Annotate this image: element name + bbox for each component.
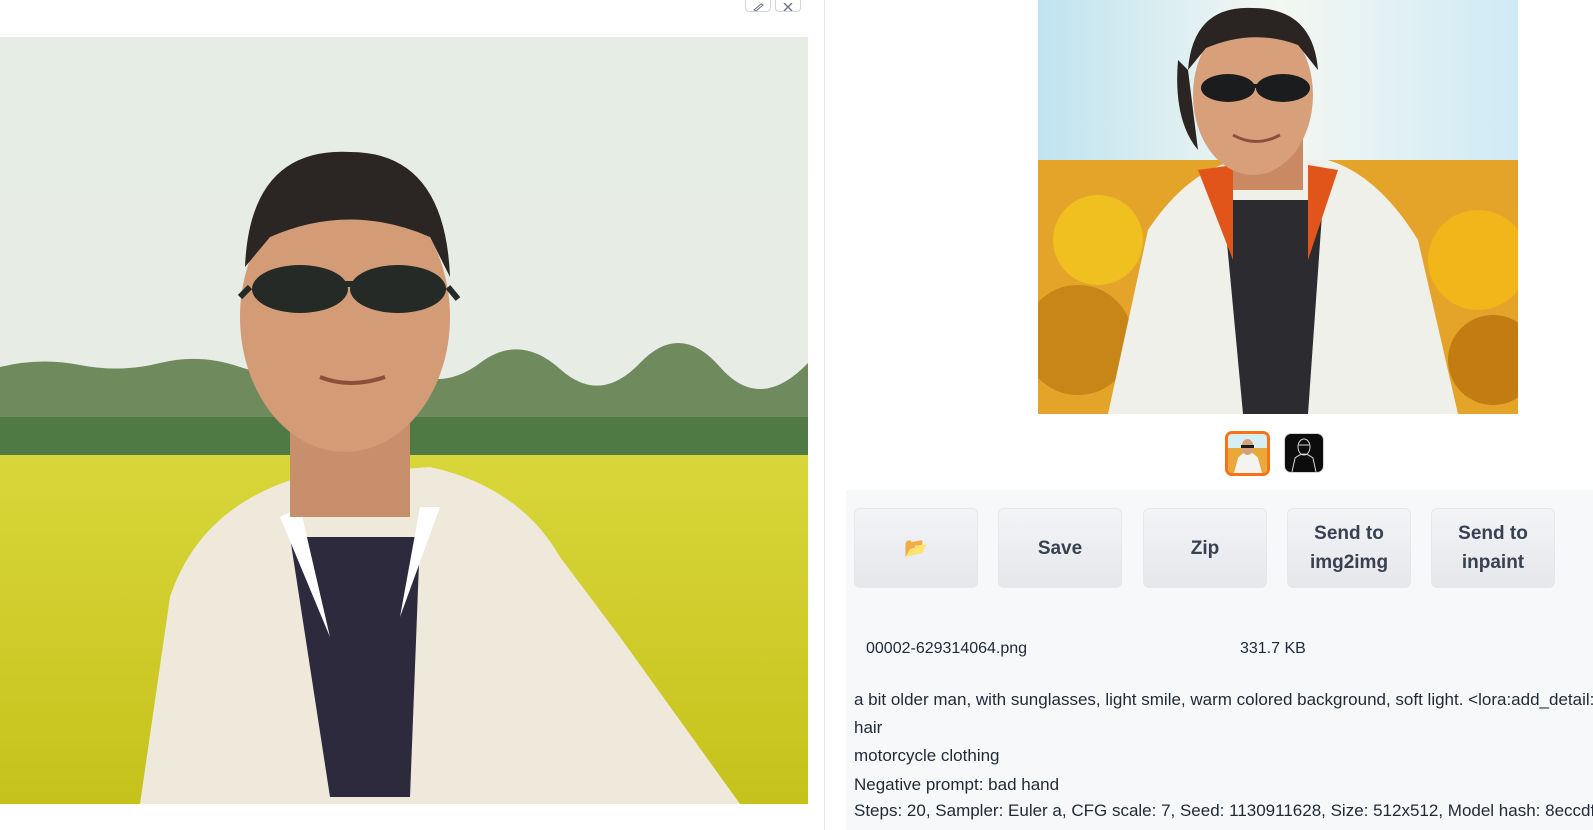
output-image[interactable] — [1038, 0, 1518, 414]
open-folder-button[interactable]: 📂 — [854, 508, 978, 588]
save-button[interactable]: Save — [998, 508, 1122, 588]
edit-button[interactable] — [745, 0, 771, 12]
close-image-button[interactable] — [775, 0, 801, 12]
input-image-panel — [0, 0, 824, 830]
zip-button[interactable]: Zip — [1143, 508, 1267, 588]
prompt-line-2: hair — [854, 718, 883, 737]
output-panel: 📂 Save Zip Send to img2img Send to inpai… — [846, 0, 1593, 830]
negative-prompt: Negative prompt: bad hand — [854, 775, 1060, 794]
prompt-line-1: a bit older man, with sunglasses, light … — [854, 690, 1593, 709]
send-to-img2img-button[interactable]: Send to img2img — [1287, 508, 1411, 588]
output-gallery — [846, 0, 1593, 490]
file-name[interactable]: 00002-629314064.png — [866, 640, 1027, 658]
close-icon — [783, 3, 793, 11]
panel-divider[interactable] — [824, 0, 847, 830]
prompt-line-3: motorcycle clothing — [854, 746, 1000, 765]
send-to-inpaint-button[interactable]: Send to inpaint — [1431, 508, 1555, 588]
thumbnail-2[interactable] — [1284, 433, 1324, 473]
file-size: 331.7 KB — [1240, 640, 1306, 657]
generation-params: Steps: 20, Sampler: Euler a, CFG scale: … — [854, 801, 1593, 820]
thumbnail-1[interactable] — [1225, 431, 1270, 476]
pencil-icon — [753, 3, 764, 11]
folder-icon: 📂 — [904, 537, 928, 559]
input-photo[interactable] — [0, 37, 808, 804]
